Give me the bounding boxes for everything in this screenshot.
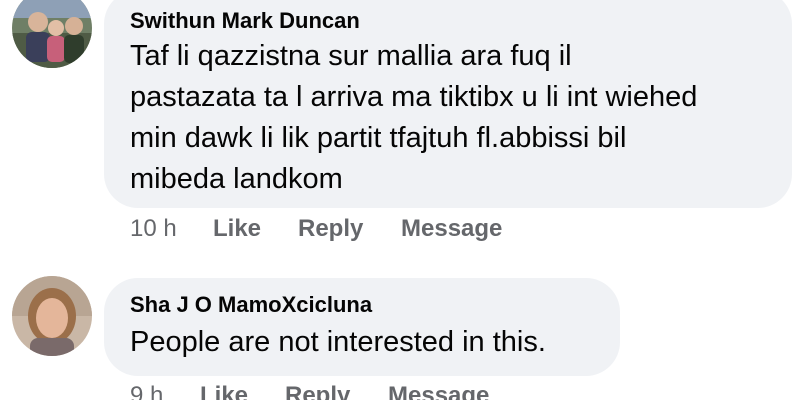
message-button[interactable]: Message	[388, 382, 489, 400]
comment-text-line: min dawk li lik partit tfajtuh fl.abbiss…	[130, 122, 627, 154]
comment-actions: 10 h Like Reply Message	[0, 215, 808, 245]
comment-item: Swithun Mark Duncan Taf li qazzistna sur…	[0, 0, 808, 250]
comment-text-line: Taf li qazzistna sur mallia ara fuq il	[130, 40, 572, 72]
comment-thread: Swithun Mark Duncan Taf li qazzistna sur…	[0, 0, 808, 400]
comment-item: Sha J O MamoXcicluna People are not inte…	[0, 268, 808, 400]
like-button[interactable]: Like	[200, 382, 248, 400]
comment-timestamp[interactable]: 9 h	[130, 382, 163, 400]
comment-author[interactable]: Sha J O MamoXcicluna	[130, 292, 372, 318]
comment-timestamp[interactable]: 10 h	[130, 215, 177, 243]
comment-bubble: Sha J O MamoXcicluna People are not inte…	[104, 278, 620, 376]
message-button[interactable]: Message	[401, 215, 502, 243]
avatar-photo	[12, 0, 92, 68]
comment-text-line: mibeda landkom	[130, 163, 343, 195]
avatar-photo	[12, 276, 92, 356]
comment-author[interactable]: Swithun Mark Duncan	[130, 8, 360, 34]
like-button[interactable]: Like	[213, 215, 261, 243]
comment-text-line: pastazata ta l arriva ma tiktibx u li in…	[130, 81, 698, 113]
reply-button[interactable]: Reply	[285, 382, 350, 400]
avatar[interactable]	[12, 0, 92, 68]
comment-text: People are not interested in this.	[130, 326, 546, 358]
comment-actions: 9 h Like Reply Message	[0, 382, 808, 400]
reply-button[interactable]: Reply	[298, 215, 363, 243]
comment-text: Taf li qazzistna sur mallia ara fuq il p…	[130, 36, 780, 200]
avatar[interactable]	[12, 276, 92, 356]
comment-bubble: Swithun Mark Duncan Taf li qazzistna sur…	[104, 0, 792, 208]
